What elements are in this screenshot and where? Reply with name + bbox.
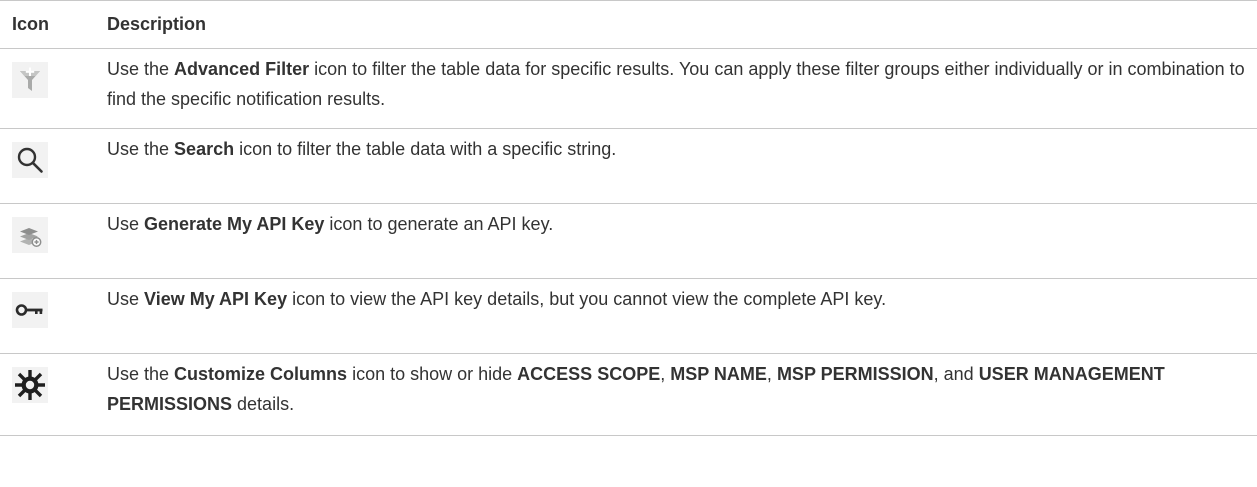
- description-text: Use the: [107, 364, 175, 384]
- description-bold-term: View My API Key: [144, 289, 288, 309]
- description-cell: Use the Search icon to filter the table …: [96, 128, 1257, 204]
- icon-cell: [0, 353, 96, 436]
- description-bold-term: ACCESS SCOPE: [517, 364, 661, 384]
- description-column-header: Description: [96, 0, 1257, 49]
- customize-columns-icon: [12, 367, 48, 403]
- table-row: Use View My API Key icon to view the API…: [0, 278, 1257, 354]
- view-api-key-icon: [12, 292, 48, 328]
- table-row: Use the Customize Columns icon to show o…: [0, 353, 1257, 436]
- description-bold-term: Search: [174, 139, 235, 159]
- table-header-row: Icon Description: [0, 0, 1257, 49]
- table-row: Use the Advanced Filter icon to filter t…: [0, 48, 1257, 129]
- table-row: Use the Search icon to filter the table …: [0, 128, 1257, 204]
- icon-cell: [0, 128, 96, 204]
- description-cell: Use Generate My API Key icon to generate…: [96, 203, 1257, 279]
- icon-cell: [0, 48, 96, 129]
- description-text: Use the: [107, 139, 175, 159]
- description-bold-term: MSP PERMISSION: [776, 364, 934, 384]
- description-bold-term: Customize Columns: [174, 364, 348, 384]
- description-text: Use the: [107, 59, 175, 79]
- icon-cell: [0, 203, 96, 279]
- table-row: Use Generate My API Key icon to generate…: [0, 203, 1257, 279]
- description-cell: Use the Advanced Filter icon to filter t…: [96, 48, 1257, 129]
- description-text: details.: [232, 394, 295, 414]
- description-cell: Use View My API Key icon to view the API…: [96, 278, 1257, 354]
- description-text: icon to view the API key details, but yo…: [287, 289, 887, 309]
- description-bold-term: MSP NAME: [670, 364, 767, 384]
- description-text: Use: [107, 289, 145, 309]
- description-bold-term: Generate My API Key: [144, 214, 325, 234]
- icon-description-table: Icon Description Use the Advanced Filter…: [0, 0, 1257, 436]
- icon-cell: [0, 278, 96, 354]
- description-cell: Use the Customize Columns icon to show o…: [96, 353, 1257, 436]
- description-text: , and: [933, 364, 979, 384]
- generate-api-key-icon: [12, 217, 48, 253]
- description-text: icon to generate an API key.: [324, 214, 554, 234]
- icon-column-header: Icon: [0, 0, 96, 49]
- description-text: icon to filter the table data with a spe…: [234, 139, 617, 159]
- description-bold-term: Advanced Filter: [174, 59, 310, 79]
- advanced-filter-icon: [12, 62, 48, 98]
- description-text: ,: [766, 364, 777, 384]
- description-text: ,: [660, 364, 671, 384]
- description-text: Use: [107, 214, 145, 234]
- search-icon: [12, 142, 48, 178]
- description-text: icon to show or hide: [347, 364, 518, 384]
